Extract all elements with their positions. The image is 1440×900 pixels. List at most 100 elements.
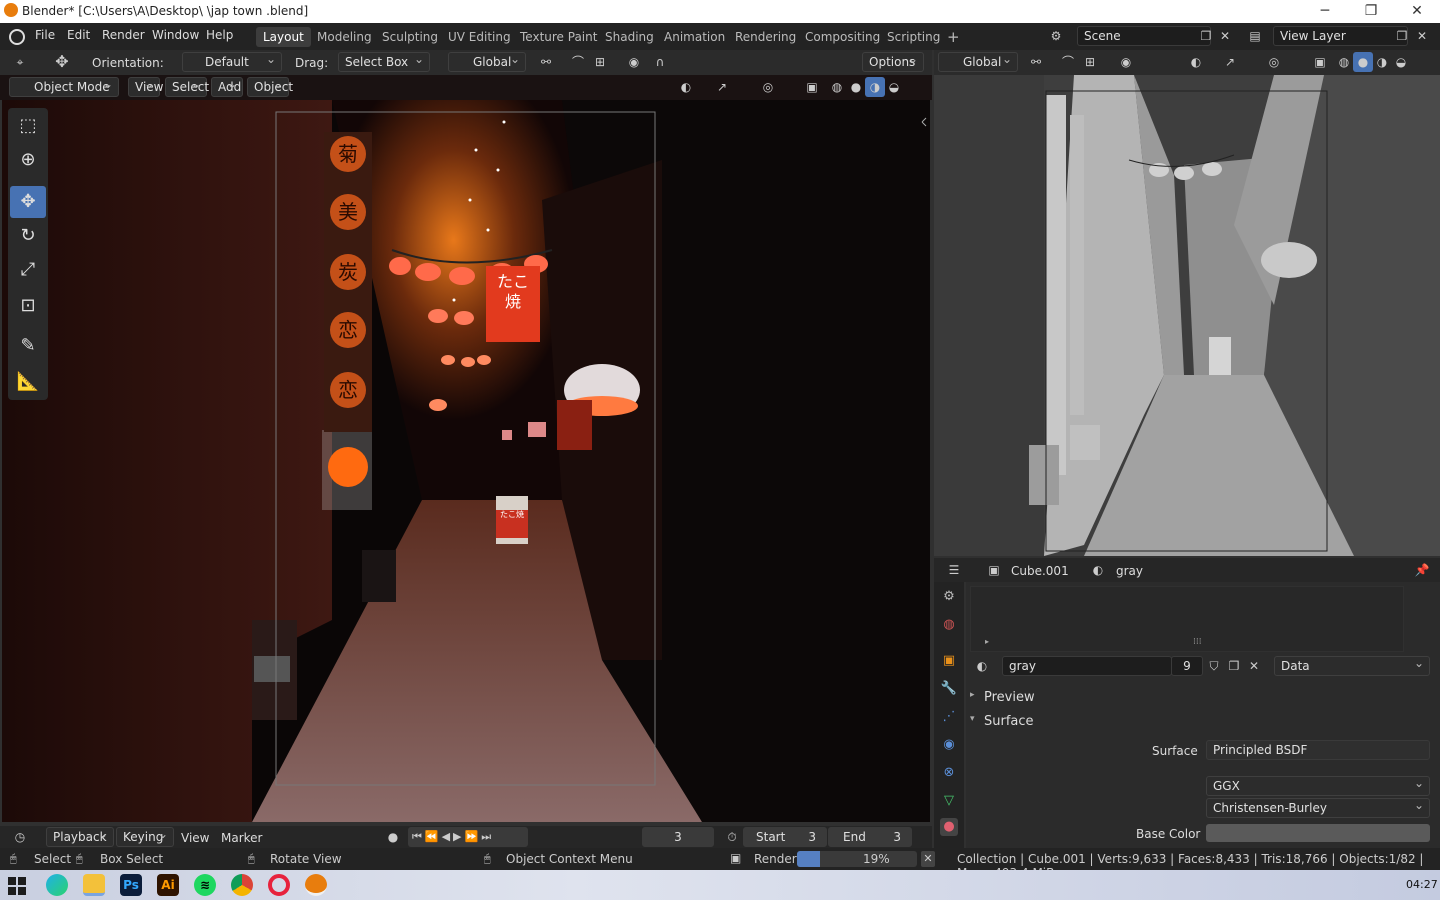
edge-icon[interactable]: [46, 874, 68, 896]
material-name-field[interactable]: gray: [1002, 656, 1172, 676]
measure-tool-icon[interactable]: 📐: [10, 366, 46, 398]
pin-icon[interactable]: 📌: [1412, 560, 1432, 580]
rotate-tool-icon[interactable]: ↻: [10, 220, 46, 252]
material-users-count[interactable]: 9: [1171, 656, 1203, 676]
cancel-render-button[interactable]: ✕: [921, 851, 935, 867]
xray-icon[interactable]: ▣: [802, 77, 822, 97]
start-icon[interactable]: [8, 877, 26, 895]
add-workspace-button[interactable]: +: [940, 27, 967, 47]
rendered-shading-icon[interactable]: ◒: [884, 77, 904, 97]
snap-icon[interactable]: ⌒: [568, 52, 588, 72]
minimize-button[interactable]: ─: [1302, 0, 1348, 23]
view-layer-copy-icon[interactable]: ❐: [1392, 26, 1412, 46]
timeline-editor-icon[interactable]: ◷: [10, 827, 30, 847]
tab-rendering[interactable]: Rendering: [728, 27, 803, 47]
blender-menu-icon[interactable]: [9, 29, 25, 45]
subsurface-method-dropdown[interactable]: Christensen-Burley: [1206, 796, 1430, 818]
options-dropdown[interactable]: Options: [862, 50, 924, 72]
tab-uv-editing[interactable]: UV Editing: [441, 27, 518, 47]
base-color-swatch[interactable]: [1206, 824, 1430, 842]
explorer-icon[interactable]: [83, 874, 105, 896]
tool-tab-icon[interactable]: ⚙: [940, 588, 958, 606]
object-tab-icon[interactable]: ▣: [940, 652, 958, 670]
3d-viewport-solid[interactable]: [934, 75, 1440, 556]
surface-collapse-icon[interactable]: ▾: [970, 714, 975, 724]
tab-texture-paint[interactable]: Texture Paint: [513, 27, 604, 47]
scene-name-field[interactable]: Scene: [1077, 26, 1211, 46]
3d-viewport-rendered[interactable]: 菊 美 炭 恋 恋 たこ焼 たこ焼: [2, 100, 930, 822]
falloff-icon[interactable]: ∩: [650, 52, 670, 72]
material-browse-icon[interactable]: ◐: [972, 656, 992, 676]
right-solid-icon[interactable]: ●: [1353, 52, 1373, 72]
add-menu[interactable]: Add: [211, 75, 243, 97]
constraints-tab-icon[interactable]: ⊗: [940, 764, 958, 782]
tab-scripting[interactable]: Scripting: [880, 27, 947, 47]
drag-dropdown[interactable]: Select Box: [338, 50, 430, 72]
menu-render[interactable]: Render: [102, 28, 145, 42]
end-frame-field[interactable]: End 3: [828, 827, 912, 847]
tab-compositing[interactable]: Compositing: [798, 27, 887, 47]
view-layer-browse-icon[interactable]: ▤: [1245, 26, 1265, 46]
material-slot-list[interactable]: ▸ ⁞⁞⁞: [970, 586, 1404, 652]
view-layer-field[interactable]: View Layer: [1273, 26, 1408, 46]
proportional-icon[interactable]: ◉: [624, 52, 644, 72]
right-overlay-icon[interactable]: ◎: [1264, 52, 1284, 72]
material-tab-icon[interactable]: ●: [940, 818, 958, 836]
right-snap-icon[interactable]: ⌒: [1058, 52, 1078, 72]
chrome-icon[interactable]: [231, 874, 253, 896]
scene-remove-icon[interactable]: ✕: [1215, 26, 1235, 46]
right-xray-icon[interactable]: ▣: [1310, 52, 1330, 72]
properties-editor-icon[interactable]: ☰: [944, 560, 964, 580]
opera-icon[interactable]: [268, 874, 290, 896]
surface-panel-header[interactable]: Surface: [984, 714, 1034, 729]
right-proportional-icon[interactable]: ◉: [1116, 52, 1136, 72]
wireframe-shading-icon[interactable]: ◍: [827, 77, 847, 97]
photoshop-icon[interactable]: Ps: [120, 874, 142, 896]
surface-shader-field[interactable]: Principled BSDF: [1206, 740, 1430, 760]
scale-tool-icon[interactable]: ⤢: [10, 254, 46, 286]
menu-file[interactable]: File: [35, 28, 55, 42]
modifier-tab-icon[interactable]: 🔧: [940, 680, 958, 698]
move-tool-button-icon[interactable]: ✥: [10, 186, 46, 218]
orientation-dropdown[interactable]: Default: [182, 50, 282, 72]
timeline-view-menu[interactable]: View: [181, 831, 209, 845]
link-dropdown[interactable]: Data: [1274, 654, 1430, 676]
unlink-material-icon[interactable]: ✕: [1244, 656, 1264, 676]
view-menu[interactable]: View: [128, 75, 163, 97]
right-visibility-icon[interactable]: ◐: [1186, 52, 1206, 72]
right-pivot-icon[interactable]: ⚯: [1026, 52, 1046, 72]
tab-sculpting[interactable]: Sculpting: [375, 27, 445, 47]
keying-menu[interactable]: Keying: [116, 825, 174, 847]
data-tab-icon[interactable]: ▽: [940, 792, 958, 810]
select-menu[interactable]: Select: [165, 75, 209, 97]
pivot-icon[interactable]: ⚯: [536, 52, 556, 72]
illustrator-icon[interactable]: Ai: [157, 874, 179, 896]
timeline-marker-menu[interactable]: Marker: [221, 831, 262, 845]
view-layer-remove-icon[interactable]: ✕: [1412, 26, 1432, 46]
annotate-tool-icon[interactable]: ✎: [10, 330, 46, 362]
restore-button[interactable]: ❐: [1348, 0, 1394, 23]
fake-user-icon[interactable]: ⛉: [1204, 656, 1224, 676]
world-tab-icon[interactable]: ◍: [940, 616, 958, 634]
transform-tool-icon[interactable]: ⊡: [10, 290, 46, 322]
transform-orientation-dropdown[interactable]: Global: [448, 50, 526, 72]
material-shading-icon[interactable]: ◑: [865, 77, 885, 97]
right-wireframe-icon[interactable]: ◍: [1334, 52, 1354, 72]
tab-modeling[interactable]: Modeling: [310, 27, 379, 47]
move-tool-icon[interactable]: ✥: [52, 52, 72, 72]
physics-tab-icon[interactable]: ◉: [940, 736, 958, 754]
visibility-icon[interactable]: ◐: [676, 77, 696, 97]
start-frame-field[interactable]: Start 3: [743, 827, 827, 847]
preview-expand-icon[interactable]: ▸: [970, 690, 975, 700]
preview-panel-header[interactable]: Preview: [984, 690, 1035, 705]
right-rendered-icon[interactable]: ◒: [1391, 52, 1411, 72]
playback-controls[interactable]: ⏮⏪◀▶⏩⏭: [408, 827, 528, 847]
playback-menu[interactable]: Playback: [46, 825, 114, 847]
menu-help[interactable]: Help: [206, 28, 233, 42]
spotify-icon[interactable]: ≋: [194, 874, 216, 896]
menu-edit[interactable]: Edit: [67, 28, 90, 42]
object-menu[interactable]: Object: [247, 75, 293, 97]
solid-shading-icon[interactable]: ●: [846, 77, 866, 97]
scene-copy-icon[interactable]: ❐: [1196, 26, 1216, 46]
close-button[interactable]: ✕: [1394, 0, 1440, 23]
